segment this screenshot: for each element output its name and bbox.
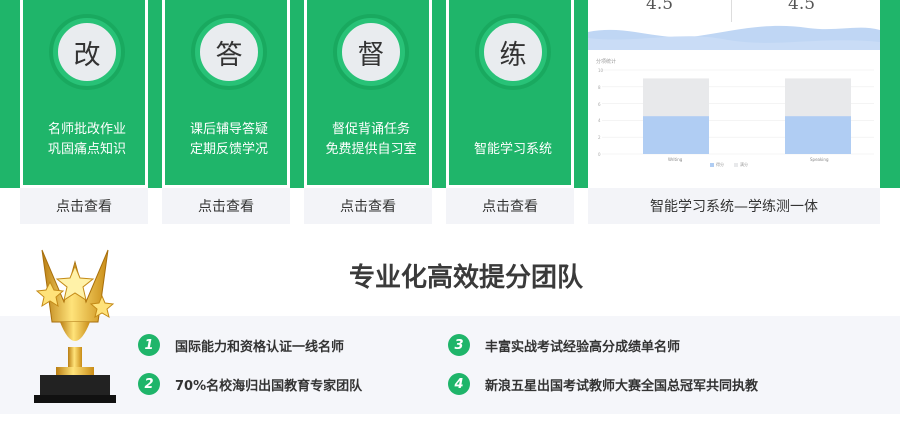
feature-description: 名师批改作业 巩固痛点知识 — [23, 120, 151, 160]
team-highlights-band — [0, 316, 900, 414]
highlight-text: 丰富实战考试经验高分成绩单名师 — [485, 339, 681, 355]
card-face: 改 名师批改作业 巩固痛点知识 — [20, 0, 148, 188]
feature-line: 免费提供自习室 — [325, 142, 417, 157]
card-face: 练 智能学习系统 — [446, 0, 574, 188]
system-caption[interactable]: 智能学习系统—学练测一体 — [588, 188, 880, 224]
highlight-number-badge: 3 — [448, 334, 470, 356]
x-tick-label: Speaking — [810, 157, 829, 162]
highlight-number-badge: 2 — [138, 373, 160, 395]
team-section-title: 专业化高效提分团队 — [348, 263, 583, 293]
feature-card-grading: 改 名师批改作业 巩固痛点知识 点击查看 — [20, 0, 148, 226]
team-highlight-item: 2 70%名校海归出国教育专家团队 — [138, 373, 362, 395]
y-tick-label: 10 — [598, 68, 604, 73]
feature-line: 督促背诵任务 — [331, 122, 410, 137]
view-details-link[interactable]: 点击查看 — [304, 188, 432, 224]
feature-line: 名师批改作业 — [47, 122, 126, 137]
y-tick-label: 8 — [598, 84, 601, 90]
trophy-icon — [34, 249, 116, 403]
feature-char-badge: 练 — [479, 18, 547, 86]
y-tick-label: 2 — [598, 135, 601, 141]
wave-chart — [588, 25, 880, 50]
y-tick-label: 6 — [598, 101, 601, 107]
feature-card-practice: 练 智能学习系统 点击查看 — [446, 0, 574, 226]
learning-system-preview: 4.5 4.5 分项统计 10 8 6 4 2 0 Writing Speaking 得分… — [588, 0, 880, 226]
y-tick-label: 0 — [598, 152, 601, 157]
feature-card-supervise: 督 督促背诵任务 免费提供自习室 点击查看 — [304, 0, 432, 226]
feature-description: 督促背诵任务 免费提供自习室 — [307, 120, 435, 160]
feature-char-badge: 答 — [195, 18, 263, 86]
highlight-text: 新浪五星出国考试教师大赛全国总冠军共同执教 — [485, 378, 759, 394]
card-face: 督 督促背诵任务 免费提供自习室 — [304, 0, 432, 188]
bar-score — [785, 116, 851, 154]
feature-card-qa: 答 课后辅导答疑 定期反馈学况 点击查看 — [162, 0, 290, 226]
legend-label: 得分 — [716, 162, 724, 167]
card-face: 答 课后辅导答疑 定期反馈学况 — [162, 0, 290, 188]
chart-title: 分项统计 — [596, 59, 617, 65]
y-tick-label: 4 — [598, 118, 601, 124]
bar-score — [643, 116, 709, 154]
legend-label: 满分 — [740, 162, 748, 167]
feature-description: 智能学习系统 — [449, 140, 577, 160]
team-highlight-item: 4 新浪五星出国考试教师大赛全国总冠军共同执教 — [448, 373, 758, 395]
team-highlight-item: 1 国际能力和资格认证一线名师 — [138, 334, 344, 356]
highlight-text: 70%名校海归出国教育专家团队 — [175, 378, 363, 394]
highlight-text: 国际能力和资格认证一线名师 — [175, 339, 345, 355]
feature-line: 智能学习系统 — [473, 142, 552, 157]
highlight-number-badge: 1 — [138, 334, 160, 356]
view-details-link[interactable]: 点击查看 — [162, 188, 290, 224]
feature-description: 课后辅导答疑 定期反馈学况 — [165, 120, 293, 160]
view-details-link[interactable]: 点击查看 — [20, 188, 148, 224]
view-details-link[interactable]: 点击查看 — [446, 188, 574, 224]
feature-char-badge: 改 — [53, 18, 121, 86]
feature-char-badge: 督 — [337, 18, 405, 86]
system-screenshot: 4.5 4.5 分项统计 10 8 6 4 2 0 Writing Speaking 得分… — [588, 0, 880, 188]
banner-edge — [878, 0, 900, 188]
feature-line: 课后辅导答疑 — [189, 122, 268, 137]
bar-chart — [602, 69, 874, 155]
feature-line: 定期反馈学况 — [189, 142, 268, 157]
legend-item: 得分 — [710, 162, 724, 168]
highlight-number-badge: 4 — [448, 373, 470, 395]
team-highlight-item: 3 丰富实战考试经验高分成绩单名师 — [448, 334, 680, 356]
legend-item: 满分 — [734, 162, 748, 168]
feature-line: 巩固痛点知识 — [47, 142, 126, 157]
x-tick-label: Writing — [668, 157, 683, 162]
